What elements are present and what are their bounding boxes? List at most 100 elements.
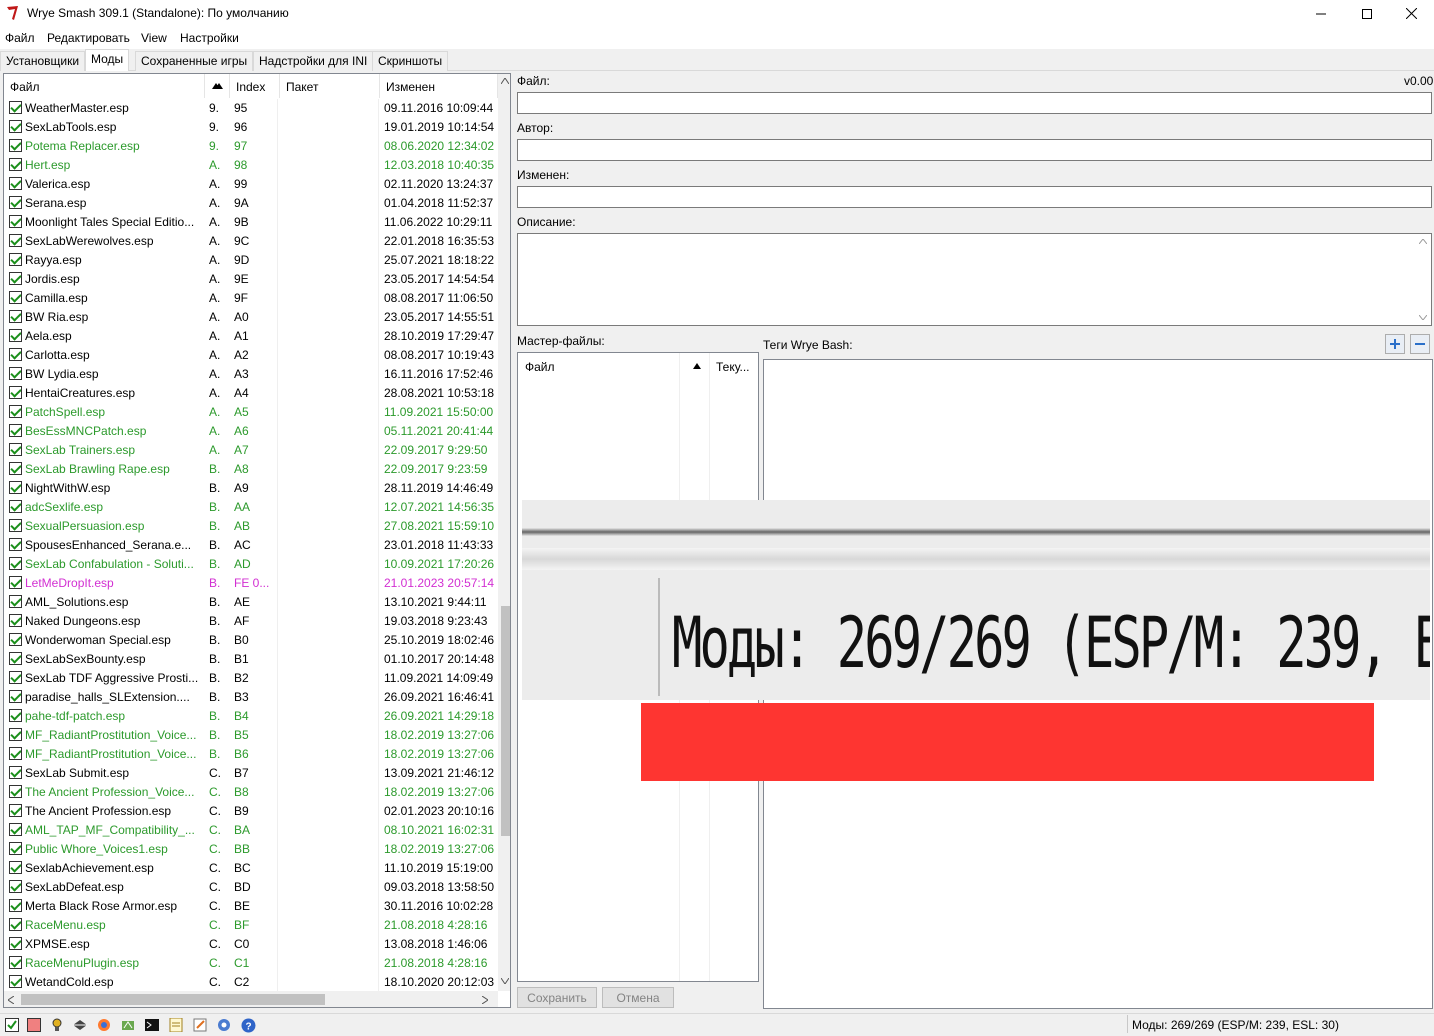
enabled-checkbox[interactable] xyxy=(9,899,22,912)
enabled-checkbox[interactable] xyxy=(9,519,22,532)
enabled-checkbox[interactable] xyxy=(9,329,22,342)
description-field[interactable] xyxy=(517,233,1432,326)
remove-tag-button[interactable] xyxy=(1410,334,1430,354)
menu-settings[interactable]: Настройки xyxy=(180,31,239,45)
enabled-checkbox[interactable] xyxy=(9,462,22,475)
table-row[interactable]: Wonderwoman Special.esp B. B0 25.10.2019 18… xyxy=(4,631,498,650)
table-row[interactable]: Moonlight Tales Special Editio... A. 9B 11.… xyxy=(4,213,498,232)
menu-view[interactable]: View xyxy=(141,31,167,45)
table-row[interactable]: Public Whore_Voices1.esp C. BB 18.02.2019 1… xyxy=(4,840,498,859)
tes-tool-icon[interactable] xyxy=(73,1018,88,1033)
browser-icon[interactable] xyxy=(97,1018,112,1033)
table-row[interactable]: Naked Dungeons.esp B. AF 19.03.2018 9:23:43 xyxy=(4,612,498,631)
table-row[interactable]: SexualPersuasion.esp B. AB 27.08.2021 15:59… xyxy=(4,517,498,536)
notepad-icon[interactable] xyxy=(193,1018,208,1033)
enabled-checkbox[interactable] xyxy=(9,861,22,874)
enabled-checkbox[interactable] xyxy=(9,234,22,247)
table-row[interactable]: NightWithW.esp B. A9 28.11.2019 14:46:49 xyxy=(4,479,498,498)
maximize-button[interactable] xyxy=(1344,0,1390,27)
table-row[interactable]: SexLab Brawling Rape.esp B. A8 22.09.2017 9… xyxy=(4,460,498,479)
help-icon[interactable]: ? xyxy=(241,1018,256,1033)
enabled-checkbox[interactable] xyxy=(9,177,22,190)
enabled-checkbox[interactable] xyxy=(9,424,22,437)
table-row[interactable]: adcSexlife.esp B. AA 12.07.2021 14:56:35 xyxy=(4,498,498,517)
close-button[interactable] xyxy=(1388,0,1434,27)
menu-edit[interactable]: Редактировать xyxy=(47,31,130,45)
table-row[interactable]: Valerica.esp A. 99 02.11.2020 13:24:37 xyxy=(4,175,498,194)
enabled-checkbox[interactable] xyxy=(9,101,22,114)
enabled-checkbox[interactable] xyxy=(9,633,22,646)
table-row[interactable]: Camilla.esp A. 9F 08.08.2017 11:06:50 xyxy=(4,289,498,308)
table-row[interactable]: SexLab TDF Aggressive Prosti... B. B2 11.09… xyxy=(4,669,498,688)
enabled-checkbox[interactable] xyxy=(9,690,22,703)
enabled-checkbox[interactable] xyxy=(9,918,22,931)
cancel-button[interactable]: Отмена xyxy=(602,987,674,1008)
add-tag-button[interactable] xyxy=(1385,334,1405,354)
table-row[interactable]: SexLabDefeat.esp C. BD 09.03.2018 13:58:50 xyxy=(4,878,498,897)
enabled-checkbox[interactable] xyxy=(9,443,22,456)
masters-column-file[interactable]: Файл xyxy=(525,360,555,374)
table-row[interactable]: Aela.esp A. A1 28.10.2019 17:29:47 xyxy=(4,327,498,346)
enabled-checkbox[interactable] xyxy=(9,766,22,779)
checkbox-icon[interactable] xyxy=(5,1018,20,1033)
table-row[interactable]: SexLab Trainers.esp A. A7 22.09.2017 9:29:5… xyxy=(4,441,498,460)
enabled-checkbox[interactable] xyxy=(9,500,22,513)
table-row[interactable]: Potema Replacer.esp 9. 97 08.06.2020 12:34:… xyxy=(4,137,498,156)
vertical-scroll-thumb[interactable] xyxy=(501,606,510,836)
scroll-left-icon[interactable] xyxy=(8,996,14,1004)
scroll-up-icon[interactable] xyxy=(501,78,509,84)
table-row[interactable]: MF_RadiantProstitution_Voice... B. B5 18.02… xyxy=(4,726,498,745)
table-row[interactable]: SexLabWerewolves.esp A. 9C 22.01.2018 16:35… xyxy=(4,232,498,251)
enabled-checkbox[interactable] xyxy=(9,671,22,684)
enabled-checkbox[interactable] xyxy=(9,823,22,836)
enabled-checkbox[interactable] xyxy=(9,367,22,380)
tab-installers[interactable]: Установщики xyxy=(0,51,86,71)
table-row[interactable]: Rayya.esp A. 9D 25.07.2021 18:18:22 xyxy=(4,251,498,270)
column-file[interactable]: Файл xyxy=(4,74,220,98)
tool-icon[interactable] xyxy=(121,1018,136,1033)
table-row[interactable]: PatchSpell.esp A. A5 11.09.2021 15:50:00 xyxy=(4,403,498,422)
enabled-checkbox[interactable] xyxy=(9,196,22,209)
table-row[interactable]: BW Lydia.esp A. A3 16.11.2016 17:52:46 xyxy=(4,365,498,384)
document-icon[interactable] xyxy=(169,1017,184,1033)
table-row[interactable]: BW Ria.esp A. A0 23.05.2017 14:55:51 xyxy=(4,308,498,327)
enabled-checkbox[interactable] xyxy=(9,405,22,418)
table-row[interactable]: Serana.esp A. 9A 01.04.2018 11:52:37 xyxy=(4,194,498,213)
enabled-checkbox[interactable] xyxy=(9,747,22,760)
enabled-checkbox[interactable] xyxy=(9,595,22,608)
table-row[interactable]: SexLabTools.esp 9. 96 19.01.2019 10:14:54 xyxy=(4,118,498,137)
modified-field[interactable] xyxy=(517,186,1432,208)
table-row[interactable]: XPMSE.esp C. C0 13.08.2018 1:46:06 xyxy=(4,935,498,954)
table-row[interactable]: RaceMenu.esp C. BF 21.08.2018 4:28:16 xyxy=(4,916,498,935)
enabled-checkbox[interactable] xyxy=(9,291,22,304)
enabled-checkbox[interactable] xyxy=(9,785,22,798)
enabled-checkbox[interactable] xyxy=(9,880,22,893)
table-row[interactable]: MF_RadiantProstitution_Voice... B. B6 18.02… xyxy=(4,745,498,764)
table-row[interactable]: LetMeDropIt.esp B. FE 0... 21.01.2023 20:57… xyxy=(4,574,498,593)
table-row[interactable]: RaceMenuPlugin.esp C. C1 21.08.2018 4:28:16 xyxy=(4,954,498,973)
scroll-up-icon[interactable] xyxy=(1419,239,1427,244)
table-row[interactable]: BesEssMNCPatch.esp A. A6 05.11.2021 20:41:4… xyxy=(4,422,498,441)
mod-list[interactable]: Файл Index Пакет Изменен WeatherMaster.e… xyxy=(3,73,511,1008)
tab-screenshots[interactable]: Скриншоты xyxy=(372,51,449,71)
table-row[interactable]: SpousesEnhanced_Serana.e... B. AC 23.01.201… xyxy=(4,536,498,555)
column-index[interactable]: Index xyxy=(230,74,280,98)
table-row[interactable]: WeatherMaster.esp 9. 95 09.11.2016 10:09:44 xyxy=(4,99,498,118)
enabled-checkbox[interactable] xyxy=(9,481,22,494)
enabled-checkbox[interactable] xyxy=(9,728,22,741)
column-modified[interactable]: Изменен xyxy=(380,74,498,98)
table-row[interactable]: pahe-tdf-patch.esp B. B4 26.09.2021 14:29:1… xyxy=(4,707,498,726)
enabled-checkbox[interactable] xyxy=(9,310,22,323)
horizontal-scroll-thumb[interactable] xyxy=(21,994,325,1005)
enabled-checkbox[interactable] xyxy=(9,557,22,570)
enabled-checkbox[interactable] xyxy=(9,614,22,627)
tab-ini-tweaks[interactable]: Надстройки для INI xyxy=(253,51,374,71)
enabled-checkbox[interactable] xyxy=(9,386,22,399)
enabled-checkbox[interactable] xyxy=(9,842,22,855)
enabled-checkbox[interactable] xyxy=(9,956,22,969)
table-row[interactable]: SexLabSexBounty.esp B. B1 01.10.2017 20:14:… xyxy=(4,650,498,669)
enabled-checkbox[interactable] xyxy=(9,215,22,228)
table-row[interactable]: The Ancient Profession_Voice... C. B8 18.02… xyxy=(4,783,498,802)
terminal-icon[interactable] xyxy=(145,1018,160,1033)
enabled-checkbox[interactable] xyxy=(9,348,22,361)
